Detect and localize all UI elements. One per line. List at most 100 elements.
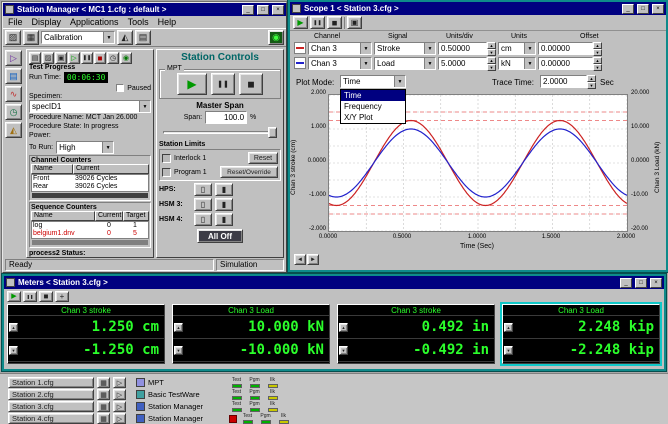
trace-color-swatch[interactable] — [294, 57, 306, 69]
chevron-down-icon[interactable] — [360, 43, 371, 54]
offset-stepper[interactable]: 0.00000 — [538, 42, 602, 55]
menu-file[interactable]: File — [8, 17, 23, 27]
column-header-current[interactable]: Current — [73, 164, 149, 174]
minimize-button[interactable]: _ — [620, 278, 632, 288]
meters-titlebar[interactable]: Meters < Station 3.cfg > _ □ × — [4, 276, 664, 289]
new-procedure-icon[interactable]: ▤ — [29, 52, 41, 64]
calibration-combo[interactable]: Calibration — [41, 31, 115, 44]
min-arrow-icon[interactable] — [339, 346, 348, 355]
detectors-icon[interactable]: ◭ — [117, 30, 133, 45]
table-row[interactable]: Rear39026 Cycles — [32, 183, 148, 191]
counters-icon[interactable]: ◷ — [5, 104, 22, 120]
chevron-down-icon[interactable] — [524, 58, 535, 69]
spin-up-icon[interactable] — [487, 42, 496, 49]
span-slider-thumb[interactable] — [268, 127, 277, 138]
chevron-down-icon[interactable] — [394, 76, 405, 87]
offset-stepper[interactable]: 0.00000 — [538, 57, 602, 70]
maximize-button[interactable]: □ — [635, 278, 647, 288]
counters-reset-icon[interactable]: ◷ — [107, 52, 119, 64]
save-icon[interactable]: ▣ — [55, 52, 67, 64]
column-header-target[interactable]: Target — [123, 211, 149, 221]
stop-icon[interactable]: ◼ — [94, 52, 106, 64]
scope-titlebar[interactable]: Scope 1 < Station 3.cfg > _ □ × — [290, 2, 666, 15]
channel-combo[interactable]: Chan 3 — [308, 42, 372, 55]
signal-combo[interactable]: Load — [374, 57, 436, 70]
max-arrow-icon[interactable] — [504, 323, 513, 332]
program-run-button[interactable]: ▶ — [177, 73, 207, 95]
meters-run-icon[interactable]: ▶ — [7, 291, 21, 302]
station-manager-titlebar[interactable]: Station Manager < MC1 1.cfg : default > … — [3, 3, 286, 16]
table-row[interactable]: log01 — [32, 222, 148, 230]
mpt-icon[interactable]: ▷ — [5, 50, 22, 66]
specimen-combo[interactable]: specID1 — [29, 100, 151, 113]
units-combo[interactable]: kN — [498, 57, 536, 70]
dropdown-option-frequency[interactable]: Frequency — [341, 101, 405, 112]
units-div-stepper[interactable]: 0.50000 — [438, 42, 496, 55]
menu-tools[interactable]: Tools — [128, 17, 149, 27]
spin-up-icon[interactable] — [587, 75, 596, 82]
chevron-down-icon[interactable] — [524, 43, 535, 54]
min-arrow-icon[interactable] — [504, 346, 513, 355]
station-config-button[interactable]: Station 1.cfg — [8, 377, 94, 388]
scope-run-icon[interactable]: ▶ — [293, 16, 308, 29]
minimize-button[interactable]: _ — [242, 5, 254, 15]
spin-up-icon[interactable] — [593, 42, 602, 49]
chevron-down-icon[interactable] — [360, 58, 371, 69]
interlock-reset-button[interactable]: Reset — [248, 152, 278, 164]
max-arrow-icon[interactable] — [174, 323, 183, 332]
max-arrow-icon[interactable] — [339, 323, 348, 332]
plot-mode-combo[interactable]: Time — [340, 75, 406, 88]
meters-hold-icon[interactable]: ❚❚ — [23, 291, 37, 302]
horizontal-scrollbar[interactable] — [32, 240, 148, 245]
station-config-button[interactable]: Station 3.cfg — [8, 401, 94, 412]
power-icon[interactable]: ◉ — [120, 52, 132, 64]
close-button[interactable]: × — [650, 278, 662, 288]
display-layout-icon[interactable]: ▦ — [23, 30, 39, 45]
spin-down-icon[interactable] — [487, 64, 496, 71]
open-procedure-icon[interactable]: ▨ — [42, 52, 54, 64]
scope-hold-icon[interactable]: ❚❚ — [310, 16, 325, 29]
spin-up-icon[interactable] — [593, 57, 602, 64]
station-display-button[interactable]: ▦ — [97, 413, 110, 424]
maximize-button[interactable]: □ — [637, 4, 649, 14]
close-button[interactable]: × — [652, 4, 664, 14]
trace-time-stepper[interactable]: 2.0000 — [540, 75, 596, 88]
dropdown-option-xy[interactable]: X/Y Plot — [341, 112, 405, 123]
spin-up-icon[interactable] — [487, 57, 496, 64]
menu-display[interactable]: Display — [32, 17, 62, 27]
units-div-stepper[interactable]: 5.0000 — [438, 57, 496, 70]
run-icon[interactable]: ▷ — [68, 52, 80, 64]
save-icon[interactable]: ▣ — [347, 16, 362, 29]
paused-checkbox[interactable] — [116, 84, 124, 92]
scroll-right-button[interactable] — [307, 254, 319, 265]
station-power-icon[interactable]: ◉ — [268, 30, 284, 45]
hsm4-low-button[interactable]: ▯ — [194, 213, 212, 226]
trace-color-swatch[interactable] — [294, 42, 306, 54]
meters-launch-icon[interactable]: ◭ — [5, 122, 22, 138]
menu-applications[interactable]: Applications — [70, 17, 119, 27]
meters-stop-icon[interactable]: ◼ — [39, 291, 53, 302]
minimize-button[interactable]: _ — [622, 4, 634, 14]
station-setup-icon[interactable]: ▤ — [135, 30, 151, 45]
scope-stop-icon[interactable]: ◼ — [327, 16, 342, 29]
spin-down-icon[interactable] — [593, 64, 602, 71]
station-display-button[interactable]: ▦ — [97, 401, 110, 412]
hps-low-button[interactable]: ▯ — [194, 183, 212, 196]
hsm3-high-button[interactable]: ▮ — [215, 198, 233, 211]
chevron-down-icon[interactable] — [102, 142, 113, 153]
dropdown-option-time[interactable]: Time — [341, 90, 405, 101]
hsm3-low-button[interactable]: ▯ — [194, 198, 212, 211]
chevron-down-icon[interactable] — [103, 32, 114, 43]
chevron-down-icon[interactable] — [139, 101, 150, 112]
scroll-left-button[interactable] — [294, 254, 306, 265]
station-run-button[interactable]: ▷ — [113, 401, 126, 412]
max-arrow-icon[interactable] — [9, 323, 18, 332]
column-header-current[interactable]: Current — [95, 211, 123, 221]
station-display-button[interactable]: ▦ — [97, 389, 110, 400]
open-station-icon[interactable]: ▨ — [5, 30, 21, 45]
station-config-button[interactable]: Station 2.cfg — [8, 389, 94, 400]
signal-combo[interactable]: Stroke — [374, 42, 436, 55]
station-run-button[interactable]: ▷ — [113, 413, 126, 424]
channel-combo[interactable]: Chan 3 — [308, 57, 372, 70]
units-combo[interactable]: cm — [498, 42, 536, 55]
